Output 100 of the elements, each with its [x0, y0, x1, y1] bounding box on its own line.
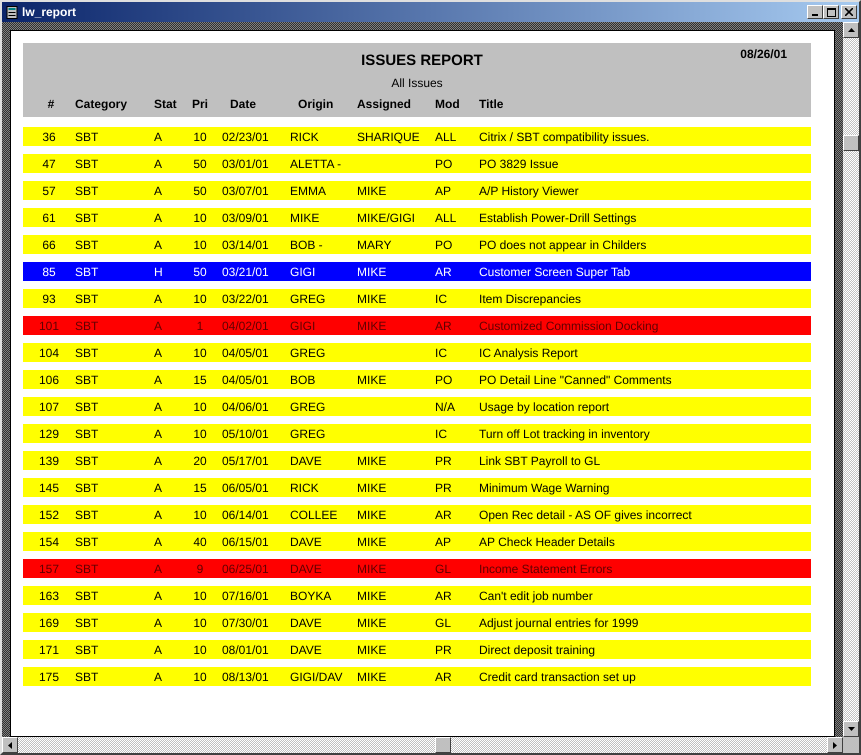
table-cell: GL	[435, 616, 452, 630]
table-cell: GREG	[290, 346, 326, 360]
table-cell: 10	[193, 508, 207, 522]
table-cell: 05/17/01	[222, 454, 269, 468]
close-button[interactable]	[841, 5, 857, 19]
table-cell: Turn off Lot tracking in inventory	[479, 426, 650, 440]
table-cell: 10	[193, 642, 207, 656]
table-cell: 06/05/01	[222, 480, 269, 494]
table-cell: 03/21/01	[222, 264, 269, 278]
table-cell: AR	[435, 670, 452, 684]
table-cell: GIGI	[290, 264, 316, 278]
minimize-button[interactable]	[807, 5, 823, 19]
table-cell: 08/13/01	[222, 670, 269, 684]
column-header: Date	[229, 97, 258, 111]
table-cell: SBT	[75, 616, 98, 630]
table-cell: N/A	[435, 400, 456, 414]
table-cell: 03/09/01	[222, 210, 269, 224]
table-cell: SBT	[75, 156, 98, 170]
table-cell: PO	[435, 156, 452, 170]
table-cell: GL	[435, 562, 452, 576]
table-cell: SBT	[75, 588, 98, 602]
table-cell: 145	[38, 480, 60, 494]
table-cell: 07/30/01	[222, 616, 269, 630]
table-cell: 03/22/01	[222, 292, 269, 306]
table-cell: 04/05/01	[222, 372, 269, 386]
table-cell: BOYKA	[290, 588, 332, 602]
scroll-up-button[interactable]	[843, 22, 859, 38]
table-cell: SBT	[75, 264, 98, 278]
table-cell: 47	[42, 156, 56, 170]
table-cell: DAVE	[290, 454, 322, 468]
table-cell: 08/01/01	[222, 642, 269, 656]
table-cell: MARY	[357, 238, 392, 252]
table-cell: A	[154, 292, 162, 306]
window-title: lw_report	[22, 5, 76, 19]
table-cell: 129	[38, 426, 60, 440]
table-cell: MIKE	[357, 264, 386, 278]
table-cell: 40	[193, 534, 207, 548]
table-cell: 05/10/01	[222, 426, 269, 440]
table-cell: IC Analysis Report	[479, 346, 578, 360]
table-cell: 107	[38, 400, 60, 414]
table-cell: 50	[193, 184, 207, 198]
column-header: Stat	[153, 97, 178, 111]
scroll-right-button[interactable]	[827, 737, 843, 753]
table-cell: A	[154, 588, 162, 602]
table-cell: AR	[435, 318, 452, 332]
table-cell: MIKE	[357, 372, 386, 386]
table-cell: 93	[42, 292, 56, 306]
table-cell: Adjust journal entries for 1999	[479, 616, 638, 630]
table-cell: 157	[38, 562, 60, 576]
table-cell: MIKE	[357, 292, 386, 306]
table-cell: SBT	[75, 426, 98, 440]
table-cell: SBT	[75, 318, 98, 332]
scroll-left-button[interactable]	[2, 737, 18, 753]
table-cell: 9	[196, 562, 204, 576]
scroll-thumb[interactable]	[435, 737, 451, 753]
table-cell: SBT	[75, 292, 98, 306]
table-cell: AR	[435, 264, 452, 278]
report-title: ISSUES REPORT	[361, 52, 483, 69]
table-cell: 06/15/01	[222, 534, 269, 548]
table-cell: AR	[435, 508, 452, 522]
table-cell: A	[154, 480, 162, 494]
table-cell: 10	[193, 670, 207, 684]
table-cell: SBT	[75, 184, 98, 198]
table-cell: AP	[435, 184, 452, 198]
table-cell: A	[154, 130, 162, 144]
table-cell: 10	[193, 616, 207, 630]
table-cell: A	[154, 372, 162, 386]
table-cell: PO 3829 Issue	[479, 156, 558, 170]
table-cell: 139	[38, 454, 60, 468]
table-cell: MIKE	[357, 642, 386, 656]
table-cell: 175	[38, 670, 60, 684]
table-cell: MIKE	[357, 534, 386, 548]
table-cell: 03/14/01	[222, 238, 269, 252]
table-cell: SBT	[75, 454, 98, 468]
table-cell: MIKE	[357, 318, 386, 332]
table-cell: 03/01/01	[222, 156, 269, 170]
column-header: Category	[75, 97, 128, 111]
table-cell: SBT	[75, 346, 98, 360]
table-cell: 15	[193, 372, 207, 386]
table-cell: 02/23/01	[222, 130, 269, 144]
table-cell: PO	[435, 238, 452, 252]
scroll-thumb[interactable]	[843, 135, 859, 151]
table-cell: DAVE	[290, 534, 322, 548]
table-cell: 10	[193, 210, 207, 224]
table-cell: AP	[435, 534, 452, 548]
table-cell: MIKE	[357, 480, 386, 494]
table-cell: PR	[435, 480, 452, 494]
table-cell: A	[154, 454, 162, 468]
table-cell: A	[154, 534, 162, 548]
scroll-down-button[interactable]	[843, 721, 859, 737]
column-header: Origin	[297, 97, 334, 111]
left-arrow-icon	[8, 742, 12, 748]
table-cell: 10	[193, 400, 207, 414]
maximize-button[interactable]	[823, 5, 839, 19]
table-cell: ALETTA -	[290, 156, 342, 170]
table-cell: DAVE	[290, 562, 322, 576]
table-cell: 1	[196, 318, 204, 332]
table-cell: SBT	[75, 238, 98, 252]
table-cell: SBT	[75, 480, 98, 494]
table-cell: SBT	[75, 372, 98, 386]
